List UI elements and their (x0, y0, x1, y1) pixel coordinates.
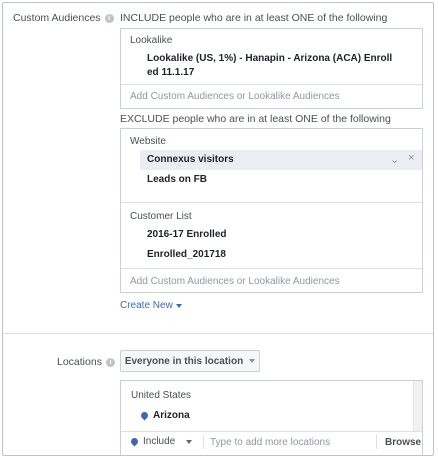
create-new-label: Create New (120, 300, 173, 311)
selected-location-item[interactable]: Arizona (139, 410, 190, 421)
locations-label-row: Locations i (57, 356, 115, 368)
locations-box: United States Arizona Include Type to ad… (120, 380, 423, 455)
divider (376, 435, 377, 449)
divider (121, 84, 422, 85)
exclude-item-connexus-visitors[interactable]: Connexus visitors (147, 154, 234, 165)
exclude-item-leads-on-fb[interactable]: Leads on FB (147, 174, 207, 185)
create-new-button[interactable]: Create New (120, 300, 182, 311)
include-audience-item-line1[interactable]: Lookalike (US, 1%) - Hanapin - Arizona (… (147, 53, 392, 64)
exclude-item-2016-17-enrolled[interactable]: 2016-17 Enrolled (147, 229, 226, 240)
locations-label: Locations (57, 356, 102, 368)
location-search-input[interactable]: Type to add more locations (210, 437, 330, 448)
custom-audiences-label-row: Custom Audiences i (13, 12, 114, 24)
caret-down-icon (175, 303, 182, 308)
selected-location-name: Arizona (153, 410, 190, 421)
chevron-down-icon[interactable]: ⌄ (390, 153, 399, 166)
location-type-dropdown[interactable]: Everyone in this location (120, 350, 260, 372)
location-country-label: United States (131, 390, 192, 401)
location-pin-icon (139, 410, 150, 421)
divider (121, 202, 422, 203)
info-icon[interactable]: i (104, 13, 114, 23)
section-divider (3, 333, 433, 334)
close-icon[interactable]: × (408, 152, 414, 164)
exclude-audiences-box: Website Connexus visitors ⌄ × Leads on F… (120, 128, 423, 293)
exclude-title: EXCLUDE people who are in at least ONE o… (120, 113, 391, 125)
location-type-value: Everyone in this location (124, 355, 244, 367)
browse-button[interactable]: Browse (385, 437, 421, 448)
include-mode-label: Include (143, 436, 176, 447)
chevron-down-icon (186, 439, 193, 444)
ad-set-targeting-panel: Custom Audiences i INCLUDE people who ar… (2, 2, 434, 456)
exclude-add-audience-input[interactable]: Add Custom Audiences or Lookalike Audien… (130, 276, 340, 287)
include-audience-item-line2[interactable]: ed 11.1.17 (147, 67, 194, 78)
include-mode-dropdown[interactable]: Include (129, 436, 193, 447)
chevron-down-icon (249, 359, 256, 363)
include-title: INCLUDE people who are in at least ONE o… (120, 12, 388, 24)
divider (121, 268, 422, 269)
divider (121, 431, 422, 432)
exclude-group-label-website: Website (130, 136, 166, 147)
info-icon[interactable]: i (105, 357, 115, 367)
include-audiences-box: Lookalike Lookalike (US, 1%) - Hanapin -… (120, 28, 423, 109)
scrollbar[interactable] (413, 381, 422, 431)
include-add-audience-input[interactable]: Add Custom Audiences or Lookalike Audien… (130, 91, 340, 102)
include-group-label: Lookalike (130, 35, 173, 46)
custom-audiences-label: Custom Audiences (13, 12, 101, 24)
exclude-group-label-customer-list: Customer List (130, 211, 192, 222)
location-pin-icon (129, 436, 140, 447)
divider (203, 435, 204, 449)
exclude-item-enrolled-201718[interactable]: Enrolled_201718 (147, 249, 226, 260)
